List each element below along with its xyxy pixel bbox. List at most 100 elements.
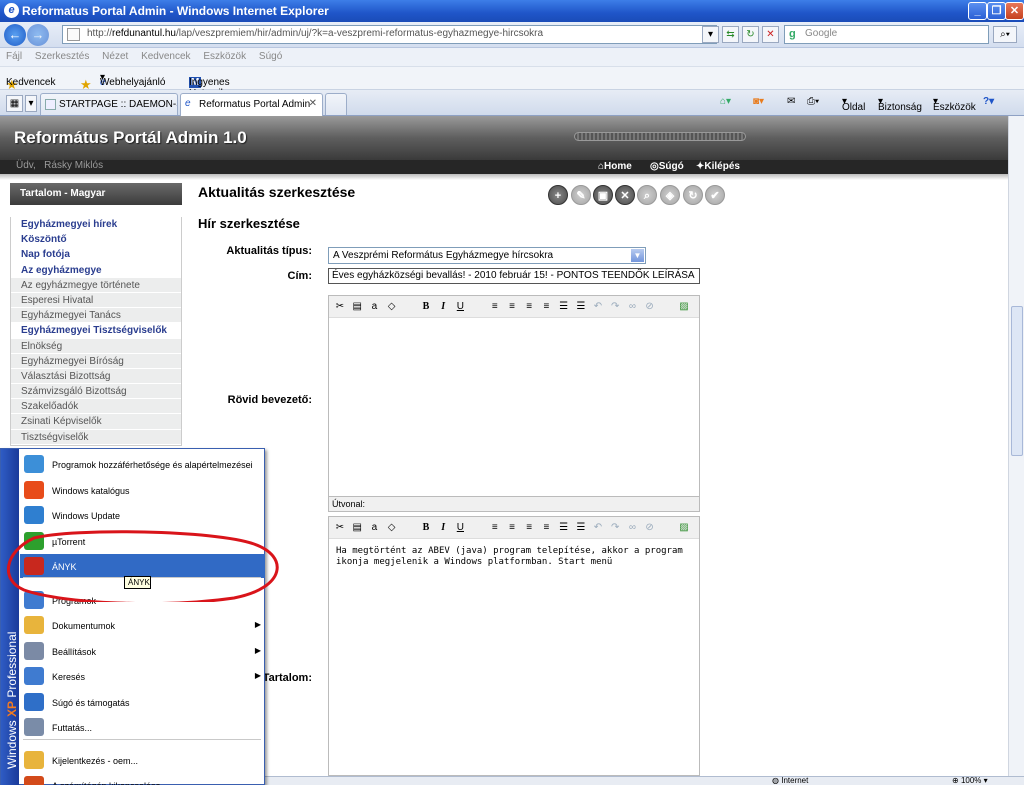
close-tab-icon[interactable]: ✕ bbox=[309, 98, 317, 109]
page-scrollbar[interactable] bbox=[1008, 116, 1024, 776]
move-icon[interactable]: ◈ bbox=[660, 185, 680, 205]
italic-icon[interactable]: I bbox=[437, 522, 449, 534]
bold-icon[interactable]: B bbox=[420, 522, 432, 534]
safety-menu[interactable]: Biztonság ▾ bbox=[878, 96, 922, 113]
nav-help[interactable]: ◎Súgó bbox=[650, 161, 684, 172]
forward-button[interactable]: → bbox=[27, 24, 49, 46]
menu-view[interactable]: Nézet bbox=[102, 51, 128, 62]
mail-icon[interactable]: ✉ bbox=[787, 96, 795, 107]
align-center-icon[interactable]: ≡ bbox=[506, 522, 518, 534]
quick-tabs-icon[interactable]: ▦ bbox=[6, 95, 23, 112]
sidebar-item[interactable]: Tisztségviselők bbox=[11, 429, 181, 445]
sidebar-item[interactable]: Szakelőadók bbox=[11, 399, 181, 415]
tab-list-icon[interactable]: ▾ bbox=[25, 95, 37, 112]
sidebar-item[interactable]: Elnökség bbox=[11, 338, 181, 354]
italic-icon[interactable]: I bbox=[437, 301, 449, 313]
unlink-icon[interactable]: ⊘ bbox=[644, 301, 656, 313]
type-select[interactable]: A Veszprémi Református Egyházmegye hírcs… bbox=[328, 247, 646, 264]
justify-icon[interactable]: ≡ bbox=[540, 522, 552, 534]
undo-icon[interactable]: ↶ bbox=[592, 522, 604, 534]
add-icon[interactable]: + bbox=[548, 185, 568, 205]
undo-icon[interactable]: ↶ bbox=[592, 301, 604, 313]
start-menu-item[interactable]: Programok bbox=[20, 588, 265, 612]
sidebar-item[interactable]: Esperesi Hivatal bbox=[11, 292, 181, 309]
align-left-icon[interactable]: ≡ bbox=[489, 301, 501, 313]
sidebar-item[interactable]: Egyházmegyei hírek bbox=[11, 217, 181, 233]
settings-icon[interactable]: ✔ bbox=[705, 185, 725, 205]
sidebar-item[interactable]: Egyházmegyei Tanács bbox=[11, 308, 181, 324]
start-menu-item[interactable]: Windows Update bbox=[20, 503, 265, 527]
start-menu-item[interactable]: A számítógép kikapcsolása... bbox=[20, 773, 265, 785]
redo-icon[interactable]: ↷ bbox=[609, 522, 621, 534]
title-input[interactable]: Éves egyházközségi bevallás! - 2010 febr… bbox=[328, 268, 700, 284]
menu-file[interactable]: Fájl bbox=[6, 51, 22, 62]
redo-icon[interactable]: ↷ bbox=[609, 301, 621, 313]
menu-edit[interactable]: Szerkesztés bbox=[35, 51, 89, 62]
clear-format-icon[interactable]: ◇ bbox=[386, 522, 398, 534]
link-icon[interactable]: ∞ bbox=[626, 301, 638, 313]
sidebar-item[interactable]: Zsinati Képviselők bbox=[11, 414, 181, 430]
image-icon[interactable]: ▨ bbox=[678, 301, 690, 313]
compatibility-icon[interactable]: ⇆ bbox=[722, 26, 739, 43]
underline-icon[interactable]: U bbox=[454, 301, 466, 313]
align-right-icon[interactable]: ≡ bbox=[523, 522, 535, 534]
align-right-icon[interactable]: ≡ bbox=[523, 301, 535, 313]
sidebar-item[interactable]: Számvizsgáló Bizottság bbox=[11, 384, 181, 400]
preview-icon[interactable]: ⌕ bbox=[637, 185, 657, 205]
favorite-item-webslice[interactable]: e Webhelyajánló ▾ bbox=[100, 72, 165, 88]
help-menu-icon[interactable]: ?▾ bbox=[983, 96, 994, 107]
menu-favorites[interactable]: Kedvencek bbox=[141, 51, 190, 62]
start-menu-item[interactable]: Súgó és támogatás bbox=[20, 690, 265, 714]
feeds-icon[interactable]: ◙▾ bbox=[753, 96, 764, 107]
sidebar-item[interactable]: Egyházmegyei Bíróság bbox=[11, 353, 181, 369]
start-menu-item[interactable]: µTorrent bbox=[20, 529, 265, 553]
address-dropdown-button[interactable]: ▾ bbox=[702, 26, 719, 43]
sidebar-item[interactable]: Egyházmegyei Tisztségviselők bbox=[11, 323, 181, 339]
bold-icon[interactable]: B bbox=[420, 301, 432, 313]
paste-text-icon[interactable]: a bbox=[368, 522, 380, 534]
page-menu[interactable]: Oldal ▾ bbox=[842, 96, 865, 113]
paste-text-icon[interactable]: a bbox=[368, 301, 380, 313]
numbered-list-icon[interactable]: ☰ bbox=[575, 522, 587, 534]
sidebar-item[interactable]: Nap fotója bbox=[11, 247, 181, 263]
menu-tools[interactable]: Eszközök bbox=[203, 51, 246, 62]
close-button[interactable]: ✕ bbox=[1005, 2, 1024, 20]
nav-home[interactable]: ⌂Home bbox=[598, 161, 632, 172]
address-input[interactable]: http://refdunantul.hu/lap/veszpremiem/hi… bbox=[62, 25, 717, 44]
start-menu-item[interactable]: Keresés ▶ bbox=[20, 664, 265, 688]
unlink-icon[interactable]: ⊘ bbox=[644, 522, 656, 534]
clear-format-icon[interactable]: ◇ bbox=[386, 301, 398, 313]
stop-icon[interactable]: ✕ bbox=[762, 26, 779, 43]
search-input[interactable]: g Google bbox=[784, 25, 989, 44]
menu-help[interactable]: Súgó bbox=[259, 51, 282, 62]
tools-menu[interactable]: Eszközök ▾ bbox=[933, 96, 976, 113]
cut-icon[interactable]: ✂ bbox=[334, 522, 346, 534]
new-tab-button[interactable] bbox=[325, 93, 347, 115]
start-menu-item[interactable]: Dokumentumok ▶ bbox=[20, 613, 265, 637]
numbered-list-icon[interactable]: ☰ bbox=[575, 301, 587, 313]
cut-icon[interactable]: ✂ bbox=[334, 301, 346, 313]
home-icon[interactable]: ⌂▾ bbox=[720, 96, 731, 107]
delete-icon[interactable]: ✕ bbox=[615, 185, 635, 205]
start-menu-item[interactable]: Beállítások ▶ bbox=[20, 639, 265, 663]
intro-editor[interactable]: ✂ ▤ a ◇ B I U ≡ ≡ ≡ ≡ ☰ ☰ ↶ ↷ ∞ ⊘ ▨ bbox=[328, 295, 700, 497]
nav-logout[interactable]: ✦Kilépés bbox=[696, 161, 740, 172]
start-menu-item[interactable]: ÁNYK bbox=[20, 554, 265, 578]
paste-icon[interactable]: ▤ bbox=[351, 522, 363, 534]
sidebar-item[interactable]: Az egyházmegye története bbox=[11, 277, 181, 293]
print-icon[interactable]: ⎙▾ bbox=[807, 96, 819, 107]
underline-icon[interactable]: U bbox=[454, 522, 466, 534]
align-left-icon[interactable]: ≡ bbox=[489, 522, 501, 534]
edit-icon[interactable]: ✎ bbox=[571, 185, 591, 205]
paste-icon[interactable]: ▤ bbox=[351, 301, 363, 313]
refresh-icon[interactable]: ↻ bbox=[742, 26, 759, 43]
minimize-button[interactable]: _ bbox=[968, 2, 987, 20]
bullet-list-icon[interactable]: ☰ bbox=[558, 301, 570, 313]
sidebar-item[interactable]: Az egyházmegye bbox=[11, 262, 181, 278]
bullet-list-icon[interactable]: ☰ bbox=[558, 522, 570, 534]
zoom-level[interactable]: ⊕ 100% ▾ bbox=[952, 776, 988, 785]
reload-icon[interactable]: ↻ bbox=[683, 185, 703, 205]
start-menu-item[interactable]: Kijelentkezés - oem... bbox=[20, 748, 265, 772]
image-icon[interactable]: ▨ bbox=[678, 522, 690, 534]
sidebar-item[interactable]: Választási Bizottság bbox=[11, 368, 181, 385]
